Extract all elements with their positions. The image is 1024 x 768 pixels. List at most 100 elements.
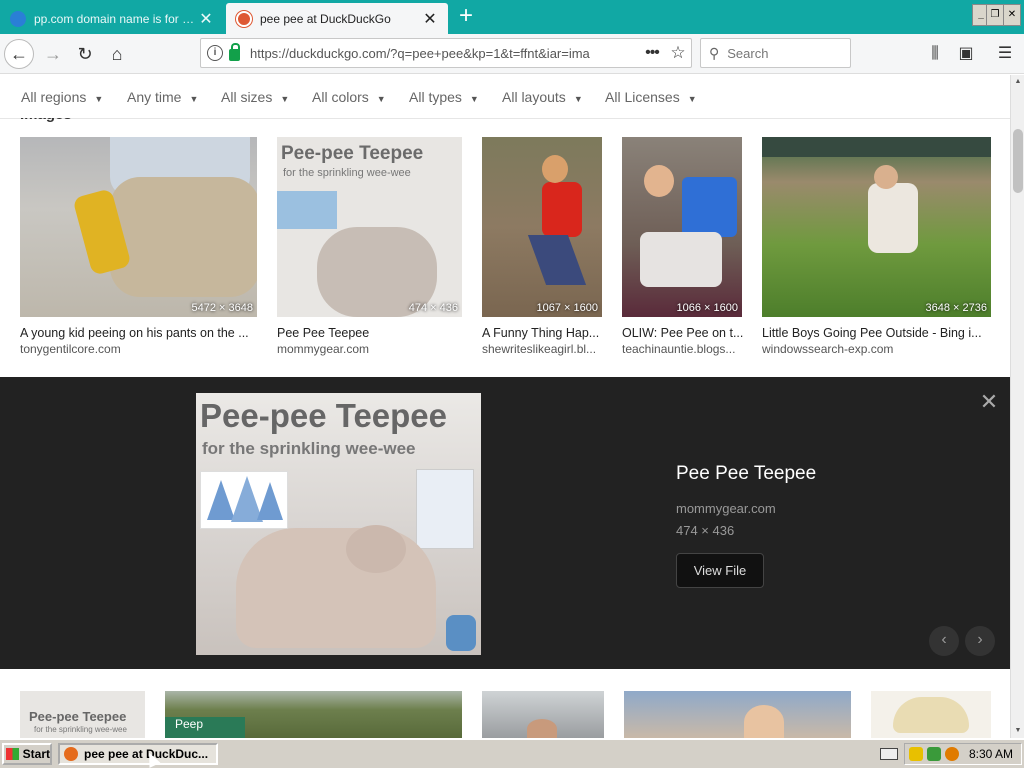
result-title[interactable]: Little Boys Going Pee Outside - Bing i..… (762, 326, 991, 340)
system-tray: 8:30 AM (904, 743, 1022, 765)
reload-button[interactable]: ↻ (70, 39, 100, 69)
bookmark-star-icon[interactable]: ☆ (665, 43, 691, 63)
url-text[interactable]: https://duckduckgo.com/?q=pee+pee&kp=1&t… (250, 46, 639, 61)
head-shape (744, 705, 784, 738)
detail-source[interactable]: mommygear.com (676, 501, 776, 516)
caret-down-icon: ▼ (280, 94, 290, 104)
image-dimensions: 1067 × 1600 (536, 302, 598, 314)
url-bar[interactable]: i https://duckduckgo.com/?q=pee+pee&kp=1… (200, 38, 692, 68)
search-icon: ⚲ (709, 44, 720, 61)
image-dimensions: 1066 × 1600 (676, 302, 738, 314)
result-source: teachinauntie.blogs... (622, 342, 736, 356)
tab-strip: pp.com domain name is for sale. In ✕ pee… (0, 0, 1024, 34)
menu-icon[interactable]: ☰ (990, 39, 1020, 69)
navigation-toolbar: ← → ↻ ⌂ i https://duckduckgo.com/?q=pee+… (0, 34, 1024, 74)
filter-time[interactable]: Any time ▼ (127, 89, 198, 105)
result-image[interactable]: 1067 × 1600 (482, 137, 602, 317)
search-placeholder: Search (727, 45, 769, 61)
forward-button[interactable]: → (38, 39, 68, 69)
result-image[interactable]: 5472 × 3648 (20, 137, 257, 317)
duckduckgo-icon (236, 10, 252, 27)
result-source: tonygentilcore.com (20, 342, 121, 356)
result-image[interactable]: 1066 × 1600 (622, 137, 742, 317)
filter-types[interactable]: All types ▼ (409, 89, 479, 105)
back-button[interactable]: ← (4, 39, 34, 69)
result-image[interactable]: Pee-pee Teepee for the sprinkling wee-we… (277, 137, 462, 317)
image-text: Pee-pee Teepee (29, 709, 127, 724)
search-icon[interactable] (945, 747, 959, 761)
clock: 8:30 AM (969, 747, 1014, 761)
close-icon[interactable]: ✕ (422, 9, 438, 29)
image-text: for the sprinkling wee-wee (283, 167, 411, 179)
shirt-shape (868, 183, 918, 253)
image-text: Pee-pee Teepee (281, 143, 424, 164)
scroll-down-icon[interactable]: ▼ (1011, 724, 1024, 738)
result-source: shewriteslikeagirl.bl... (482, 342, 597, 356)
view-file-button[interactable]: View File (676, 553, 764, 588)
close-icon[interactable]: ✕ (979, 391, 999, 413)
result-image[interactable]: Peep (165, 691, 462, 738)
home-button[interactable]: ⌂ (102, 39, 132, 69)
windows-logo-icon (6, 748, 19, 760)
chevron-right-icon[interactable]: › (965, 626, 995, 656)
package-photo (416, 469, 474, 549)
pants-shape (110, 177, 257, 297)
result-image[interactable] (482, 691, 604, 738)
restore-button[interactable]: ❐ (986, 4, 1004, 26)
scroll-up-icon[interactable]: ▲ (1011, 75, 1024, 89)
shield-icon[interactable] (909, 747, 923, 761)
filter-bar: All regions ▼ Any time ▼ All sizes ▼ All co… (0, 75, 1010, 119)
result-title[interactable]: A young kid peeing on his pants on the .… (20, 326, 257, 340)
filter-regions[interactable]: All regions ▼ (21, 89, 103, 105)
filter-sizes[interactable]: All sizes ▼ (221, 89, 289, 105)
result-title[interactable]: OLIW: Pee Pee on t... (622, 326, 747, 340)
tab-title: pee pee at DuckDuckGo (260, 11, 391, 26)
search-input[interactable]: ⚲ Search (700, 38, 851, 68)
filter-licenses[interactable]: All Licenses ▼ (605, 89, 697, 105)
detail-image[interactable]: Pee-pee Teepee for the sprinkling wee-we… (196, 393, 481, 655)
teepee-photo (200, 471, 288, 529)
start-button[interactable]: Start (2, 743, 52, 765)
network-icon[interactable] (927, 747, 941, 761)
keyboard-icon[interactable] (880, 748, 898, 760)
scrollbar-thumb[interactable] (1013, 129, 1023, 193)
result-image[interactable]: Pee-pee Teepee for the sprinkling wee-we… (20, 691, 145, 738)
teepee-shape (446, 615, 476, 651)
baby-shape (236, 528, 436, 648)
library-icon[interactable]: ⫼ (920, 39, 950, 69)
result-image[interactable] (871, 691, 991, 738)
potty-seat-shape (682, 177, 737, 237)
page-scrollbar[interactable]: ▲ ▼ (1010, 75, 1024, 738)
image-text: for the sprinkling wee-wee (34, 725, 127, 734)
page-actions-icon[interactable]: ••• (639, 44, 665, 62)
window-close-button[interactable]: ✕ (1003, 4, 1021, 26)
detail-dimensions: 474 × 436 (676, 523, 735, 538)
baby-head-shape (346, 525, 406, 573)
result-image[interactable]: 3648 × 2736 (762, 137, 991, 317)
caret-down-icon: ▼ (376, 94, 386, 104)
result-title[interactable]: A Funny Thing Hap... (482, 326, 607, 340)
info-icon[interactable]: i (207, 45, 223, 61)
filter-layouts[interactable]: All layouts ▼ (502, 89, 583, 105)
caret-down-icon: ▼ (573, 94, 583, 104)
close-icon[interactable]: ✕ (198, 9, 214, 29)
taskbar-item-firefox[interactable]: pee pee at DuckDuc... (58, 743, 218, 765)
shirt-shape (542, 182, 582, 237)
result-image[interactable] (624, 691, 851, 738)
sidebar-icon[interactable]: ▣ (951, 39, 981, 69)
road-sign: Peep (165, 717, 245, 738)
caret-down-icon: ▼ (189, 94, 199, 104)
caret-down-icon: ▼ (94, 94, 104, 104)
result-title[interactable]: Pee Pee Teepee (277, 326, 462, 340)
caret-down-icon: ▼ (469, 94, 479, 104)
new-tab-button[interactable]: + (452, 4, 480, 30)
lock-icon (229, 43, 240, 61)
chevron-left-icon[interactable]: ‹ (929, 626, 959, 656)
detail-title: Pee Pee Teepee (676, 463, 817, 484)
image-text: Pee-pee Teepee (200, 397, 448, 434)
head-shape (527, 719, 557, 738)
filter-colors[interactable]: All colors ▼ (312, 89, 386, 105)
tab-domain-sale[interactable]: pp.com domain name is for sale. In ✕ (0, 3, 224, 34)
tab-duckduckgo[interactable]: pee pee at DuckDuckGo ✕ (226, 3, 448, 34)
image-detail-panel: Pee-pee Teepee for the sprinkling wee-we… (0, 377, 1010, 669)
